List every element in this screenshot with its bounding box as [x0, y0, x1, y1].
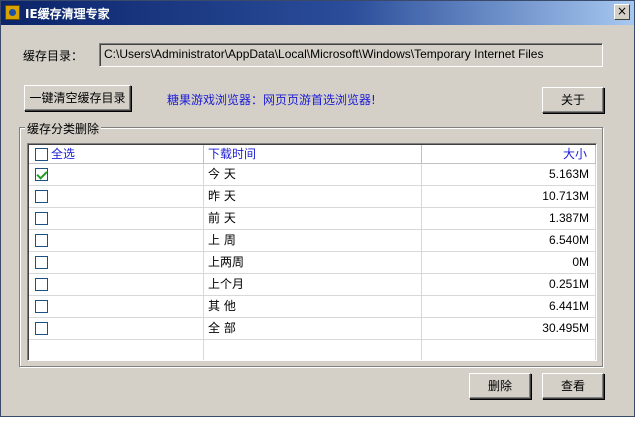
row-select-cell	[29, 186, 204, 207]
table-row[interactable]: 昨 天 10.713M	[29, 186, 596, 208]
empty-cell	[422, 340, 596, 360]
table-row[interactable]: 今 天 5.163M	[29, 164, 596, 186]
list-header: 全选 下载时间 大小	[29, 145, 596, 164]
row-checkbox[interactable]	[35, 212, 48, 225]
group-title: 缓存分类删除	[25, 120, 102, 137]
table-row[interactable]: 全 部 30.495M	[29, 318, 596, 340]
table-row[interactable]: 上两周 0M	[29, 252, 596, 274]
row-size: 1.387M	[422, 208, 596, 229]
table-row[interactable]: 其 他 6.441M	[29, 296, 596, 318]
row-checkbox[interactable]	[35, 190, 48, 203]
row-select-cell	[29, 318, 204, 339]
empty-cell	[29, 340, 204, 360]
about-button[interactable]: 关于	[542, 87, 604, 113]
select-all-label: 全选	[51, 147, 76, 161]
row-select-cell	[29, 230, 204, 251]
row-checkbox[interactable]	[35, 278, 48, 291]
title-bar[interactable]: IE缓存清理专家 ×	[1, 1, 634, 25]
row-select-cell	[29, 252, 204, 273]
close-button[interactable]: ×	[614, 4, 630, 20]
row-download-time: 昨 天	[204, 186, 422, 207]
row-size: 6.540M	[422, 230, 596, 251]
cache-dir-label: 缓存目录：	[23, 49, 84, 63]
row-checkbox[interactable]	[35, 300, 48, 313]
row-checkbox[interactable]	[35, 234, 48, 247]
row-checkbox[interactable]	[35, 256, 48, 269]
browser-ad-link[interactable]: 糖果游戏浏览器：网页页游首选浏览器!	[167, 91, 376, 108]
table-row[interactable]: 上 周 6.540M	[29, 230, 596, 252]
row-size: 10.713M	[422, 186, 596, 207]
cache-list[interactable]: 全选 下载时间 大小 今 天 5.163M 昨 天 10.713M 前 天 1.387M 上…	[27, 143, 597, 361]
row-size: 0.251M	[422, 274, 596, 295]
row-download-time: 今 天	[204, 164, 422, 185]
row-size: 30.495M	[422, 318, 596, 339]
table-row[interactable]: 前 天 1.387M	[29, 208, 596, 230]
cache-dir-field[interactable]: C:\Users\Administrator\AppData\Local\Mic…	[99, 43, 603, 67]
row-size: 6.441M	[422, 296, 596, 317]
row-size: 0M	[422, 252, 596, 273]
row-download-time: 其 他	[204, 296, 422, 317]
row-select-cell	[29, 164, 204, 185]
row-download-time: 上 周	[204, 230, 422, 251]
header-download-time[interactable]: 下载时间	[204, 145, 422, 163]
app-icon	[5, 5, 20, 20]
delete-button[interactable]: 删除	[469, 373, 531, 399]
empty-cell	[204, 340, 422, 360]
row-download-time: 前 天	[204, 208, 422, 229]
select-all-checkbox[interactable]	[35, 148, 48, 161]
row-checkbox[interactable]	[35, 168, 48, 181]
main-window: IE缓存清理专家 × 缓存目录： C:\Users\Administrator\…	[0, 0, 635, 417]
table-row[interactable]: 上个月 0.251M	[29, 274, 596, 296]
view-button[interactable]: 查看	[542, 373, 604, 399]
row-select-cell	[29, 296, 204, 317]
row-download-time: 全 部	[204, 318, 422, 339]
empty-row	[29, 340, 596, 360]
header-size[interactable]: 大小	[422, 145, 596, 163]
window-title: IE缓存清理专家	[25, 7, 110, 21]
clear-all-cache-button[interactable]: 一键清空缓存目录	[24, 85, 131, 111]
row-download-time: 上个月	[204, 274, 422, 295]
row-select-cell	[29, 274, 204, 295]
header-select-all[interactable]: 全选	[29, 145, 204, 163]
row-size: 5.163M	[422, 164, 596, 185]
row-select-cell	[29, 208, 204, 229]
row-download-time: 上两周	[204, 252, 422, 273]
row-checkbox[interactable]	[35, 322, 48, 335]
